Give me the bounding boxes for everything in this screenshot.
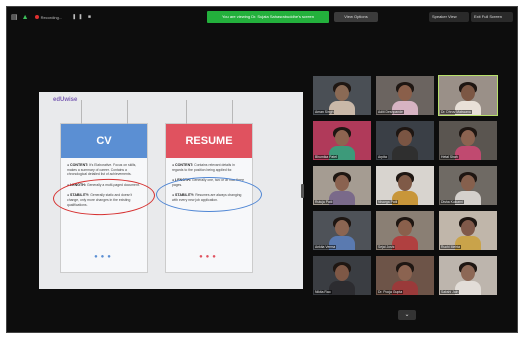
view-options-button[interactable]: View Options (334, 12, 378, 22)
recording-label: Recording... (40, 14, 63, 20)
participant-face (398, 265, 412, 281)
blue-annotation-circle (156, 177, 262, 212)
participant-tile[interactable]: Rutuja Patil (313, 166, 371, 205)
participant-tile[interactable]: Aman Singh (313, 76, 371, 115)
participant-face (398, 175, 412, 191)
participant-face (335, 85, 349, 101)
hanger-line (232, 100, 233, 124)
participant-face (335, 265, 349, 281)
recording-indicator: Recording... (34, 14, 63, 20)
participant-face (335, 175, 349, 191)
participant-tile[interactable]: Dr. Dhruv Makwana (438, 75, 498, 116)
participant-name: Aditi Deshpande (377, 110, 404, 114)
speaker-view-button[interactable]: Speaker View (429, 12, 469, 22)
participant-face (461, 220, 475, 236)
participant-face (398, 130, 412, 146)
participant-name: Dr. Pooja Gupta (377, 290, 404, 294)
participant-face (335, 220, 349, 236)
participant-face (398, 85, 412, 101)
participant-face (461, 85, 475, 101)
hanger-line (127, 100, 128, 124)
recording-dot-icon (34, 15, 39, 19)
participant-tile[interactable]: Disha Kulkarni (439, 166, 497, 205)
participant-face (461, 175, 475, 191)
participant-name: Dr. Dhruv Makwana (440, 110, 472, 114)
shared-screen-slide: edUwise CV ● CONTENT: It's Elaborative. … (39, 92, 303, 289)
participant-tile[interactable]: Bhumika Patel (313, 121, 371, 160)
cv-heading: CV (61, 124, 147, 158)
participant-tile[interactable]: Ankita Verma (313, 211, 371, 250)
exit-full-screen-button[interactable]: Exit Full Screen (471, 12, 513, 22)
logo: edUwise (53, 97, 78, 103)
pagination-dots: ●●● (199, 254, 219, 260)
participant-tile[interactable]: Dr. Pooja Gupta (376, 256, 434, 295)
participant-face (398, 220, 412, 236)
participant-name: Nikita Rao (314, 290, 332, 294)
participant-tile[interactable]: Nisarga Patil (376, 166, 434, 205)
participant-name: Arpita (377, 155, 388, 159)
resume-heading: RESUME (166, 124, 252, 158)
participant-name: Sejal Joshi (377, 245, 396, 249)
participant-face (461, 265, 475, 281)
participant-name: Bhumika Patel (314, 155, 338, 159)
participant-tile[interactable]: Nikita Rao (313, 256, 371, 295)
screen-share-banner: You are viewing Dr. Sujata Sahasrabuddhe… (207, 11, 329, 23)
participant-name: Nisarga Patil (377, 200, 399, 204)
resume-content-item: ● CONTENT: Contains relevant details in … (172, 163, 235, 172)
participant-name: Sakshi Jain (440, 290, 460, 294)
participant-face (461, 130, 475, 146)
participant-tile[interactable]: Arpita (376, 121, 434, 160)
hanger-line (186, 100, 187, 124)
more-participants-button[interactable]: ⌄ (398, 310, 416, 320)
participant-body (329, 281, 355, 295)
participant-tile[interactable]: Sejal Joshi (376, 211, 434, 250)
hanger-line (81, 100, 82, 124)
participant-name: Rutuja Patil (314, 200, 334, 204)
info-icon[interactable]: ▤ (11, 13, 18, 21)
participant-name: Ruchi Mehta (440, 245, 462, 249)
split-view-handle[interactable] (301, 184, 304, 198)
participant-body (392, 146, 418, 160)
participant-body (392, 236, 418, 250)
participant-face (335, 130, 349, 146)
participant-tile[interactable]: Ruchi Mehta (439, 211, 497, 250)
participant-tile[interactable]: Hetal Shah (439, 121, 497, 160)
pagination-dots: ●●● (94, 254, 114, 260)
participant-body (455, 146, 481, 160)
shield-icon[interactable]: ▲ (22, 14, 29, 21)
participant-name: Ankita Verma (314, 245, 337, 249)
participant-name: Hetal Shah (440, 155, 459, 159)
participant-name: Disha Kulkarni (440, 200, 464, 204)
participant-tile[interactable]: Aditi Deshpande (376, 76, 434, 115)
participant-tile[interactable]: Sakshi Jain (439, 256, 497, 295)
participant-name: Aman Singh (314, 110, 335, 114)
cv-content-item: ● CONTENT: It's Elaborative. Focus on sk… (67, 163, 137, 177)
pause-recording-icon[interactable]: ❚❚ ■ (72, 14, 93, 20)
